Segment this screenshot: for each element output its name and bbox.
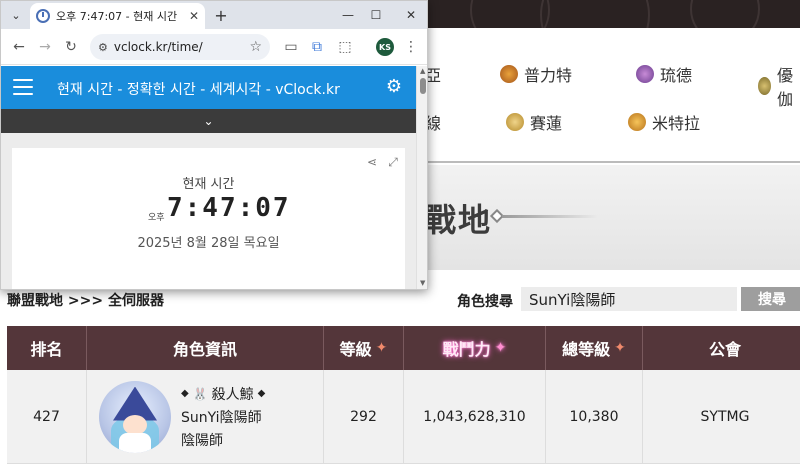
new-tab-button[interactable]: +	[211, 5, 231, 25]
world-pulit-icon	[500, 65, 518, 83]
character-details: ◆ 🐰 殺人鯨 ◆ SunYi陰陽師 陰陽師	[181, 384, 265, 450]
sort-icon: ✦	[614, 340, 626, 356]
site-title: 현재 시간 - 정확한 시간 - 세계시각 - vClock.kr	[57, 82, 340, 98]
ampm-indicator: 오후	[148, 213, 165, 223]
nav-item-ryude[interactable]: 琉德	[636, 62, 692, 86]
page-scrollbar[interactable]: ▲ ▼	[416, 66, 427, 289]
cell-rank: 427	[7, 370, 87, 463]
character-search-input[interactable]	[521, 287, 737, 311]
character-job: 陰陽師	[181, 432, 223, 449]
header-character-info: 角色資訊	[87, 326, 324, 370]
translate-icon[interactable]: ⧉	[307, 37, 327, 57]
profile-avatar[interactable]: KS	[376, 38, 394, 56]
sort-icon: ✦	[375, 340, 388, 356]
gear-icon[interactable]: ⚙	[384, 76, 404, 97]
header-total-level[interactable]: 總等級 ✦	[546, 326, 643, 370]
current-date: 2025년 8월 28일 목요일	[137, 236, 280, 251]
breadcrumb: 聯盟戰地 >>> 全伺服器	[7, 293, 164, 309]
browser-window: ⌄ 오후 7:47:07 - 현재 시간 ✕ + — ☐ ✕ ← → ↻ ⚙ v…	[0, 0, 428, 290]
guild-name: 殺人鯨	[211, 386, 254, 403]
clock-content: ⋖ ⤢ 현재 시간 오후 7:47:07 2025년 8월 28일 목요일	[1, 133, 416, 289]
site-settings-icon[interactable]: ⚙	[98, 41, 108, 54]
url-text: vclock.kr/time/	[113, 40, 203, 54]
diamond-icon: ◆	[181, 388, 189, 399]
browser-toolbar: ← → ↻ ⚙ vclock.kr/time/ ☆ ▭ ⧉ ⬚ KS ⋮	[1, 29, 427, 65]
minimize-button[interactable]: —	[336, 4, 360, 26]
current-time: 7:47:07	[167, 193, 291, 223]
sort-icon: ✦	[494, 340, 507, 356]
header-guild: 公會	[708, 340, 741, 359]
clock-favicon-icon	[36, 9, 50, 23]
tab-bar: ⌄ 오후 7:47:07 - 현재 시간 ✕ + — ☐ ✕	[1, 1, 427, 29]
cast-icon[interactable]: ▭	[281, 37, 301, 57]
forward-arrow-icon[interactable]: →	[35, 37, 55, 57]
guild-emblem-icon: 🐰	[192, 386, 208, 401]
back-arrow-icon[interactable]: ←	[9, 37, 29, 57]
header-rank: 排名	[7, 326, 87, 370]
share-icon[interactable]: ⋖	[364, 154, 380, 170]
character-name: SunYi陰陽師	[181, 409, 262, 426]
menu-dots-icon[interactable]: ⋮	[401, 37, 421, 57]
header-level[interactable]: 等級 ✦	[324, 326, 404, 370]
table-header-row: 排名 角色資訊 等級 ✦ 戰鬥力 ✦ 總等級 ✦ 公會	[7, 326, 800, 370]
scroll-up-icon[interactable]: ▲	[420, 67, 425, 75]
extensions-icon[interactable]: ⬚	[335, 37, 355, 57]
tab-search-icon[interactable]: ⌄	[7, 6, 25, 24]
clock-label: 현재 시간	[182, 177, 235, 192]
header-combat-power[interactable]: 戰鬥力 ✦	[404, 326, 546, 370]
banner-line-decoration	[502, 215, 597, 218]
fullscreen-icon[interactable]: ⤢	[385, 154, 401, 170]
diamond-icon: ◆	[257, 388, 266, 399]
banner-title: 戰地	[424, 201, 493, 239]
chevron-down-icon: ⌄	[203, 114, 214, 128]
cell-combat-power: 1,043,628,310	[404, 370, 546, 463]
ranking-table: 排名 角色資訊 等級 ✦ 戰鬥力 ✦ 總等級 ✦ 公會 427 ◆ 🐰 殺人鯨 ◆ S…	[7, 326, 800, 464]
world-mitra-icon	[628, 113, 646, 131]
character-avatar	[99, 380, 171, 453]
maximize-button[interactable]: ☐	[364, 4, 388, 26]
cell-guild: SYTMG	[700, 408, 750, 425]
search-label: 角色搜尋	[457, 294, 513, 310]
hamburger-menu-icon[interactable]	[13, 79, 33, 95]
search-button[interactable]: 搜尋	[741, 287, 800, 311]
site-header: 현재 시간 - 정확한 시간 - 세계시각 - vClock.kr ⚙	[1, 66, 416, 109]
scroll-thumb[interactable]	[420, 78, 426, 94]
close-window-button[interactable]: ✕	[399, 4, 423, 26]
world-ryude-icon	[636, 65, 654, 83]
cell-character-info: ◆ 🐰 殺人鯨 ◆ SunYi陰陽師 陰陽師	[87, 370, 324, 463]
nav-item-yuga[interactable]: 優伽	[758, 62, 800, 110]
expand-bar[interactable]: ⌄	[1, 109, 416, 133]
address-bar[interactable]: ⚙ vclock.kr/time/ ☆	[90, 34, 270, 60]
nav-item-siren[interactable]: 賽蓮	[506, 110, 562, 134]
star-icon[interactable]: ☆	[249, 39, 262, 55]
world-yuga-icon	[758, 77, 771, 95]
world-siren-icon	[506, 113, 524, 131]
cell-total-level: 10,380	[546, 370, 643, 463]
active-tab[interactable]: 오후 7:47:07 - 현재 시간 ✕	[30, 3, 205, 29]
reload-icon[interactable]: ↻	[61, 37, 81, 57]
close-tab-icon[interactable]: ✕	[189, 9, 199, 23]
nav-item-mitra[interactable]: 米特拉	[628, 110, 700, 134]
guild-line: ◆ 🐰 殺人鯨 ◆	[181, 384, 265, 404]
cell-level: 292	[324, 370, 404, 463]
table-row[interactable]: 427 ◆ 🐰 殺人鯨 ◆ SunYi陰陽師 陰陽師 292 1,043,628…	[7, 370, 800, 464]
nav-item-pulit[interactable]: 普力特	[500, 62, 572, 86]
tab-title: 오후 7:47:07 - 현재 시간	[56, 10, 178, 23]
clock-card: ⋖ ⤢ 현재 시간 오후 7:47:07 2025년 8월 28일 목요일	[12, 148, 405, 289]
scroll-down-icon[interactable]: ▼	[420, 279, 425, 287]
